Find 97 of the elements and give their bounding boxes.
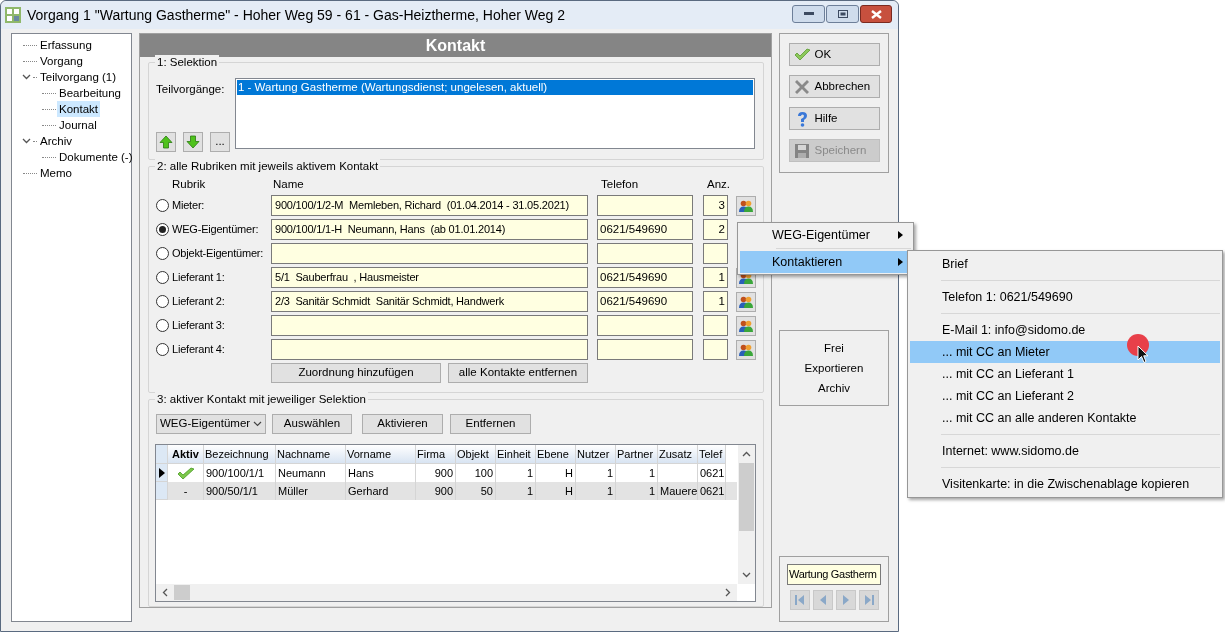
table-cell-text: 1	[526, 466, 533, 481]
radio-label: Lieferant 4:	[172, 342, 225, 358]
column-header[interactable]: Partner	[616, 445, 658, 464]
column-header: Telefon	[600, 177, 640, 193]
name-field[interactable]: 900/100/1/1-H Neumann, Hans (ab 01.01.2014)	[271, 219, 588, 240]
column-header[interactable]: Objekt	[456, 445, 496, 464]
navigator-field[interactable]: Wartung Gastherm	[787, 564, 881, 585]
table-cell-text: 1	[648, 466, 655, 481]
radio-label: WEG-Eigentümer:	[172, 222, 259, 238]
menu-link[interactable]: Archiv	[818, 380, 850, 396]
count-field[interactable]: 1	[703, 291, 728, 312]
column-header[interactable]: Nutzer	[576, 445, 616, 464]
field-label: Teilvorgänge:	[156, 82, 226, 97]
menu-item[interactable]: WEG-Eigentümer	[740, 224, 911, 246]
action-button[interactable]: Abbrechen	[788, 75, 880, 98]
column-header[interactable]: Vorname	[346, 445, 416, 464]
menu-item[interactable]: ... mit CC an Lieferant 1	[910, 363, 1220, 385]
table-cell-text: Hans	[348, 466, 374, 481]
phone-field[interactable]: 0621/549690	[597, 219, 693, 240]
menu-item[interactable]: Brief	[910, 253, 1220, 275]
table-cell-text: 1	[606, 466, 613, 481]
count-field[interactable]: 3	[703, 195, 728, 216]
column-header[interactable]: Nachname	[276, 445, 346, 464]
column-header[interactable]: Zusatz	[658, 445, 698, 464]
table-cell-text: Gerhard	[348, 484, 389, 499]
table-row[interactable]: - 900/50/1/1 Müller Gerhard 900 50 1 H 1 1 Mauere 0621	[156, 482, 737, 500]
table-cell-text: Müller	[278, 484, 308, 499]
tree-item[interactable]: Kontakt	[57, 101, 100, 117]
phone-field[interactable]: 0621/549690	[597, 267, 693, 288]
tree-item[interactable]: Memo	[38, 165, 74, 181]
name-field[interactable]: 2/3 Sanitär Schmidt Sanitär Schmidt, Handwerk	[271, 291, 588, 312]
tree-item[interactable]: Journal	[57, 117, 99, 133]
group-title: 2: alle Rubriken mit jeweils aktivem Kontakt	[155, 159, 381, 173]
panel-header: Kontakt	[140, 34, 771, 57]
table-cell-text: 900	[434, 484, 453, 499]
table-cell-text: Neumann	[278, 466, 326, 481]
menu-item[interactable]: Visitenkarte: in die Zwischenablage kopieren	[910, 473, 1220, 495]
column-header[interactable]: Einheit	[496, 445, 536, 464]
table-cell-text: 0621	[700, 484, 725, 499]
table-cell-text: Mauere	[660, 484, 698, 499]
table-cell-text: H	[565, 484, 573, 499]
table-cell-text: 1	[606, 484, 613, 499]
table-cell-text: 900/100/1/1	[206, 466, 265, 481]
table-cell-text: 100	[474, 466, 493, 481]
table-cell-text: 1	[648, 484, 655, 499]
column-header[interactable]: Telef	[698, 445, 726, 464]
tree-item[interactable]: Archiv	[38, 133, 74, 149]
tree-item[interactable]: Erfassung	[38, 37, 94, 53]
radio-label: Mieter:	[172, 198, 205, 214]
count-field[interactable]: 1	[703, 267, 728, 288]
add-assignment-button[interactable]: Zuordnung hinzufügen	[271, 363, 441, 383]
tree-item[interactable]: Vorgang	[38, 53, 85, 69]
tree-item[interactable]: Teilvorgang (1)	[38, 69, 119, 85]
radio-label: Lieferant 1:	[172, 270, 225, 286]
toolbar-button[interactable]: Entfernen	[450, 414, 531, 434]
action-button[interactable]: Hilfe	[788, 107, 880, 130]
radio-label: Objekt-Eigentümer:	[172, 246, 264, 262]
action-button[interactable]: OK	[788, 43, 880, 66]
toolbar-button[interactable]: Auswählen	[272, 414, 352, 434]
menu-item[interactable]: Internet: www.sidomo.de	[910, 440, 1220, 462]
menu-link[interactable]: Frei	[824, 340, 844, 356]
name-field[interactable]: 900/100/1/2-M Memleben, Richard (01.04.2014 - 31.05.2021)	[271, 195, 588, 216]
table-cell-text: 900/50/1/1	[206, 484, 258, 499]
column-header[interactable]: Bezeichnung	[204, 445, 276, 464]
group-title: 3: aktiver Kontakt mit jeweiliger Selektion	[155, 392, 368, 406]
column-header: Rubrik	[171, 177, 207, 193]
table-cell-text: 0621	[700, 466, 725, 481]
window-title: Vorgang 1 "Wartung Gastherme" - Hoher Weg 59 - 61 - Gas-Heiztherme, Hoher Weg 2	[27, 5, 567, 25]
group-title: 1: Selektion	[155, 55, 220, 69]
dropdown[interactable]: WEG-Eigentümer	[156, 414, 266, 434]
tree-item[interactable]: Dokumente (-)	[57, 149, 135, 165]
count-field[interactable]: 2	[703, 219, 728, 240]
remove-contacts-button[interactable]: alle Kontakte entfernen	[448, 363, 588, 383]
menu-link[interactable]: Exportieren	[804, 360, 864, 376]
table-cell-text: 50	[480, 484, 493, 499]
list-item[interactable]: 1 - Wartung Gastherme (Wartungsdienst; ungelesen, aktuell)	[237, 80, 753, 95]
menu-item[interactable]: ... mit CC an alle anderen Kontakte	[910, 407, 1220, 429]
column-header[interactable]: Firma	[416, 445, 456, 464]
table-cell-text: 1	[526, 484, 533, 499]
menu-item[interactable]: E-Mail 1: info@sidomo.de	[910, 319, 1220, 341]
radio-label: Lieferant 3:	[172, 318, 225, 334]
menu-item[interactable]: ... mit CC an Lieferant 2	[910, 385, 1220, 407]
menu-item[interactable]: Telefon 1: 0621/549690	[910, 286, 1220, 308]
column-header[interactable]: Aktiv	[168, 445, 204, 464]
column-header[interactable]: Ebene	[536, 445, 576, 464]
radio-label: Lieferant 2:	[172, 294, 225, 310]
phone-field[interactable]: 0621/549690	[597, 291, 693, 312]
tree-item[interactable]: Bearbeitung	[57, 85, 124, 101]
column-header: Anz.	[706, 177, 731, 193]
table-cell-text: -	[183, 484, 188, 499]
table-cell-text: 900	[434, 466, 453, 481]
column-header: Name	[272, 177, 305, 193]
menu-item[interactable]: ... mit CC an Mieter	[910, 341, 1220, 363]
name-field[interactable]: 5/1 Sauberfrau , Hausmeister	[271, 267, 588, 288]
table-cell-text: H	[565, 466, 573, 481]
toolbar-button[interactable]: Aktivieren	[362, 414, 443, 434]
more-button[interactable]: ...	[210, 132, 230, 152]
